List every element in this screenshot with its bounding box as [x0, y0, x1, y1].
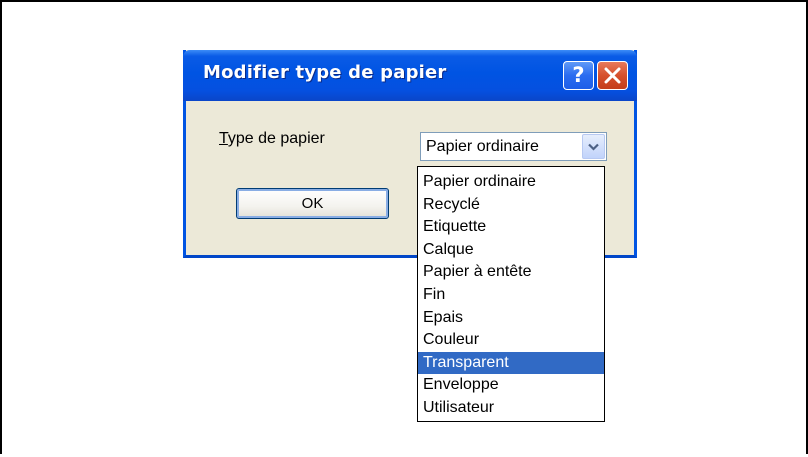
dropdown-arrow-button[interactable] — [582, 134, 605, 159]
paper-type-select[interactable]: Papier ordinaire — [420, 132, 607, 161]
paper-type-dropdown-list[interactable]: Papier ordinaire Recyclé Etiquette Calque Pa… — [417, 166, 605, 422]
paper-type-label: Type de papier — [219, 130, 325, 148]
dropdown-option[interactable]: Utilisateur — [418, 397, 604, 420]
dropdown-option[interactable]: Etiquette — [418, 216, 604, 239]
dropdown-option[interactable]: Epais — [418, 307, 604, 330]
dropdown-option[interactable]: Papier à entête — [418, 261, 604, 284]
close-icon — [604, 67, 621, 84]
dropdown-option[interactable]: Enveloppe — [418, 374, 604, 397]
dropdown-option[interactable]: Papier ordinaire — [418, 171, 604, 194]
dialog-titlebar[interactable]: Modifier type de papier ? — [183, 50, 637, 101]
dropdown-option[interactable]: Fin — [418, 284, 604, 307]
dialog-title: Modifier type de papier — [203, 62, 447, 83]
help-button[interactable]: ? — [563, 61, 594, 90]
close-button[interactable] — [597, 61, 628, 90]
dropdown-option[interactable]: Recyclé — [418, 194, 604, 217]
paper-type-label-accelerator: T — [219, 130, 228, 147]
dropdown-option[interactable]: Couleur — [418, 329, 604, 352]
dropdown-option[interactable]: Calque — [418, 239, 604, 262]
chevron-down-icon — [588, 143, 599, 151]
help-icon: ? — [572, 63, 585, 87]
dropdown-option[interactable]: Transparent — [418, 351, 604, 375]
ok-button[interactable]: OK — [236, 188, 389, 219]
paper-type-select-value: Papier ordinaire — [426, 138, 539, 155]
paper-type-label-text: ype de papier — [227, 130, 325, 147]
